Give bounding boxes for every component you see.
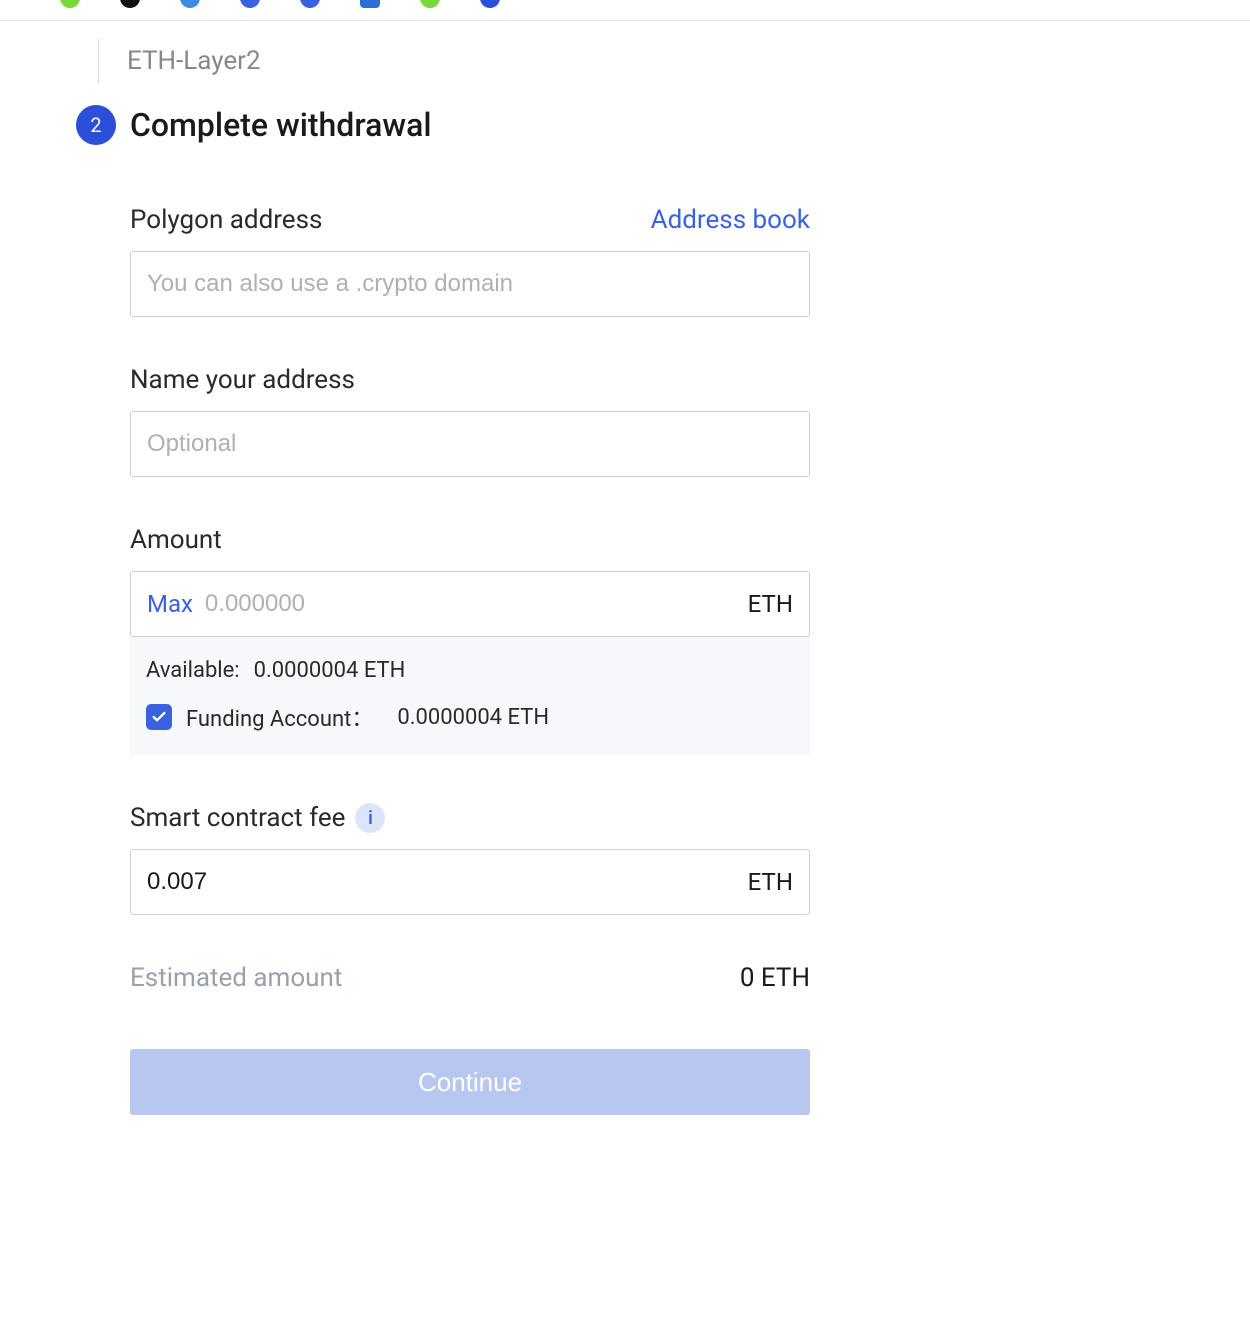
amount-info-panel: Available: 0.0000004 ETH Funding Account…: [130, 636, 810, 755]
breadcrumb-divider: [98, 39, 99, 83]
fee-label: Smart contract fee i: [130, 803, 385, 833]
available-label: Available:: [146, 658, 240, 683]
address-input[interactable]: [130, 251, 810, 317]
funding-account-label: Funding Account：: [186, 701, 373, 733]
amount-label: Amount: [130, 525, 222, 555]
estimated-label: Estimated amount: [130, 963, 342, 993]
fee-field-block: Smart contract fee i ETH: [130, 803, 810, 915]
amount-input[interactable]: [205, 590, 736, 618]
continue-button[interactable]: Continue: [130, 1049, 810, 1115]
estimated-row: Estimated amount 0 ETH: [130, 963, 810, 993]
address-field-block: Polygon address Address book: [130, 205, 810, 317]
fee-input-wrap: ETH: [130, 849, 810, 915]
funding-account-row: Funding Account： 0.0000004 ETH: [146, 701, 794, 733]
check-icon: [151, 709, 167, 725]
amount-unit: ETH: [748, 590, 793, 618]
available-row: Available: 0.0000004 ETH: [146, 658, 794, 683]
breadcrumb-row: ETH-Layer2: [98, 21, 1050, 105]
info-icon[interactable]: i: [355, 803, 385, 833]
fee-label-text: Smart contract fee: [130, 803, 345, 833]
step-title: Complete withdrawal: [130, 106, 431, 144]
estimated-value: 0 ETH: [740, 963, 810, 993]
max-button[interactable]: Max: [147, 590, 193, 618]
browser-tab-icons: [0, 0, 1250, 8]
name-field-block: Name your address: [130, 365, 810, 477]
amount-field-block: Amount Max ETH: [130, 525, 810, 637]
step-header: 2 Complete withdrawal: [76, 105, 1050, 145]
address-book-link[interactable]: Address book: [651, 205, 810, 235]
available-value: 0.0000004 ETH: [254, 658, 406, 683]
step-number-badge: 2: [76, 105, 116, 145]
funding-account-checkbox[interactable]: [146, 704, 172, 730]
fee-unit: ETH: [748, 868, 793, 896]
funding-account-value: 0.0000004 ETH: [397, 705, 549, 730]
name-label: Name your address: [130, 365, 355, 395]
fee-input[interactable]: [147, 868, 736, 896]
address-label: Polygon address: [130, 205, 322, 235]
amount-input-wrap: Max ETH: [130, 571, 810, 637]
breadcrumb-text: ETH-Layer2: [127, 46, 261, 76]
name-input[interactable]: [130, 411, 810, 477]
step-number: 2: [90, 113, 101, 137]
